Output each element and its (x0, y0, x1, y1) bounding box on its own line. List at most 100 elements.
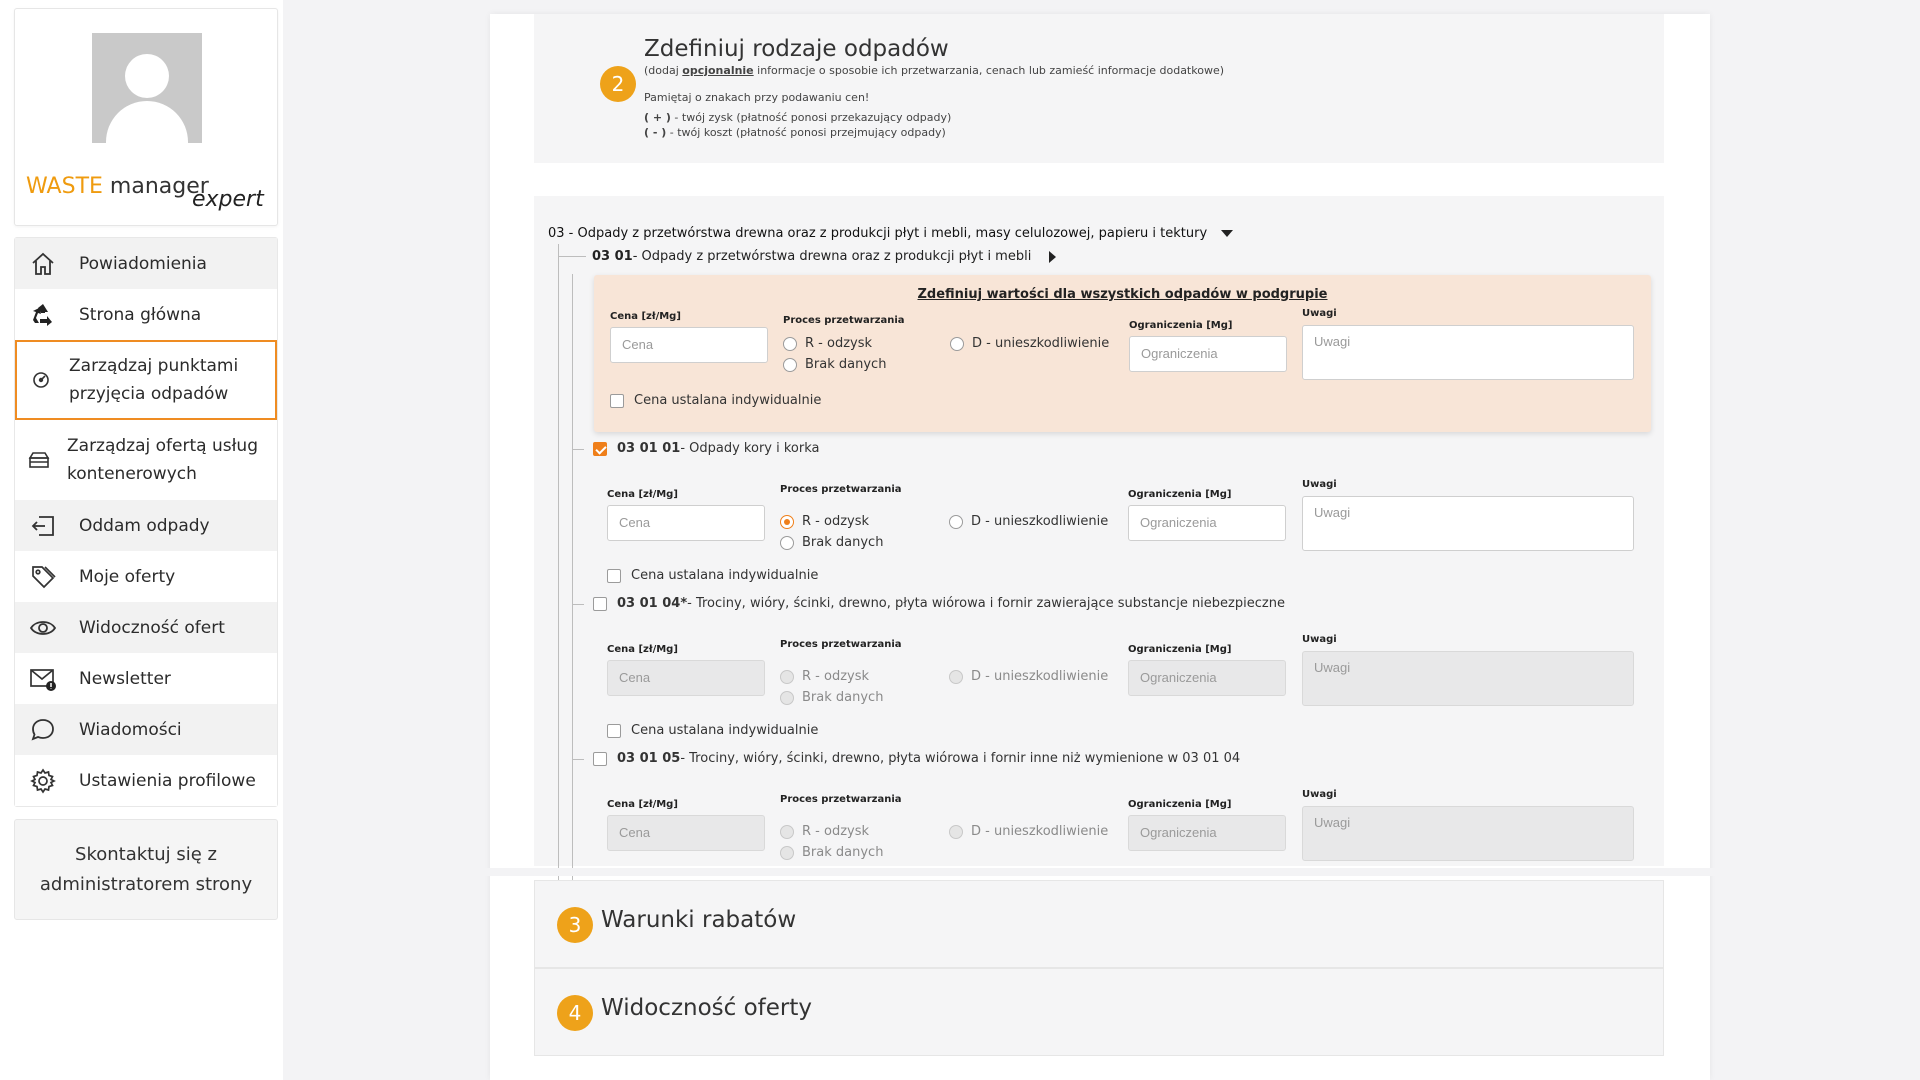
price-input[interactable]: Cena (607, 660, 765, 696)
chat-icon (29, 716, 57, 744)
sidebar: WASTE manager expert Powiadomienia Stron… (0, 0, 283, 1080)
menu-item-home[interactable]: Strona główna (15, 289, 277, 340)
individual-price-checkbox[interactable]: Cena ustalana indywidualnie (607, 568, 818, 583)
menu-item-my-offers[interactable]: Moje oferty (15, 551, 277, 602)
limits-input[interactable]: Ograniczenia (1128, 815, 1286, 851)
limits-input[interactable]: Ograniczenia (1128, 660, 1286, 696)
notes-label: Uwagi (1302, 789, 1337, 800)
container-icon (25, 446, 53, 474)
individual-price-checkbox[interactable]: Cena ustalana indywidualnie (610, 393, 821, 408)
notes-textarea[interactable]: Uwagi (1302, 651, 1634, 706)
menu-label: Ustawienia profilowe (79, 770, 256, 791)
checkbox[interactable] (593, 751, 607, 766)
radio-d-disposal[interactable]: D - unieszkodliwienie (949, 669, 1108, 684)
radio-r-recovery[interactable]: R - odzysk (780, 514, 869, 529)
eye-icon (29, 614, 57, 642)
newsletter-icon (29, 665, 57, 693)
scroll-separator (480, 868, 1720, 876)
subgroup-defaults-box: Zdefiniuj wartości dla wszystkich odpadó… (594, 275, 1651, 432)
manage-points-icon (27, 366, 55, 394)
notes-label: Uwagi (1302, 308, 1337, 319)
radio-no-data[interactable]: Brak danych (783, 357, 886, 372)
process-label: Proces przetwarzania (780, 484, 902, 495)
radio-no-data[interactable]: Brak danych (780, 845, 883, 860)
radio-r-recovery[interactable]: R - odzysk (783, 336, 872, 351)
waste-item-030104[interactable]: 03 01 04* - Trociny, wióry, ścinki, drew… (593, 596, 1285, 611)
menu-item-newsletter[interactable]: Newsletter (15, 653, 277, 704)
menu-item-containers[interactable]: Zarządzaj ofertą usług kontenerowych (15, 420, 277, 500)
menu-item-manage-points[interactable]: Zarządzaj punktami przyjęcia odpadów (15, 340, 277, 420)
section-title: Warunki rabatów (601, 907, 797, 933)
notes-textarea[interactable]: Uwagi (1302, 496, 1634, 551)
menu-label: Newsletter (79, 668, 171, 689)
price-label: Cena [zł/Mg] (607, 799, 678, 810)
menu-item-profile-settings[interactable]: Ustawienia profilowe (15, 755, 277, 806)
menu-label: Powiadomienia (79, 253, 207, 274)
avatar[interactable] (92, 33, 202, 143)
menu-item-give-away[interactable]: Oddam odpady (15, 500, 277, 551)
section-offer-visibility[interactable]: 4 Widoczność oferty (534, 968, 1664, 1056)
tags-icon (29, 563, 57, 591)
brand-waste: WASTE (26, 174, 103, 199)
notes-label: Uwagi (1302, 479, 1337, 490)
checkbox[interactable] (593, 596, 607, 611)
contact-admin-button[interactable]: Skontaktuj się z administratorem strony (14, 819, 278, 920)
recycle-icon (29, 301, 57, 329)
offer-form: 2 Zdefiniuj rodzaje odpadów (dodaj opcjo… (480, 14, 1720, 1080)
individual-price-checkbox[interactable]: Cena ustalana indywidualnie (607, 723, 818, 738)
radio-r-recovery[interactable]: R - odzysk (780, 824, 869, 839)
section-title: Zdefiniuj rodzaje odpadów (644, 36, 949, 62)
notes-textarea[interactable]: Uwagi (1302, 806, 1634, 861)
limits-label: Ograniczenia [Mg] (1128, 799, 1232, 810)
checkbox-checked[interactable] (593, 441, 607, 456)
waste-item-030105[interactable]: 03 01 05 - Trociny, wióry, ścinki, drewn… (593, 751, 1240, 766)
chevron-right-icon[interactable] (1049, 250, 1057, 263)
price-input[interactable]: Cena (607, 815, 765, 851)
radio-no-data[interactable]: Brak danych (780, 535, 883, 550)
profile-card: WASTE manager expert (14, 8, 278, 226)
gear-icon (29, 767, 57, 795)
radio-d-disposal[interactable]: D - unieszkodliwienie (950, 336, 1109, 351)
menu-label: Widoczność ofert (79, 617, 225, 638)
menu-label: Zarządzaj ofertą usług kontenerowych (67, 436, 259, 484)
price-label: Cena [zł/Mg] (607, 644, 678, 655)
price-input[interactable]: Cena (607, 505, 765, 541)
limits-label: Ograniczenia [Mg] (1128, 644, 1232, 655)
menu-label: Oddam odpady (79, 515, 210, 536)
menu-item-messages[interactable]: Wiadomości (15, 704, 277, 755)
menu-label: Moje oferty (79, 566, 176, 587)
price-label: Cena [zł/Mg] (610, 311, 681, 322)
price-input[interactable]: Cena (610, 327, 768, 363)
waste-group-03[interactable]: 03 - Odpady z przetwórstwa drewna oraz z… (548, 226, 1234, 241)
notes-label: Uwagi (1302, 634, 1337, 645)
brand-expert: expert (192, 187, 264, 212)
step-number: 4 (557, 995, 593, 1031)
menu-item-offer-visibility[interactable]: Widoczność ofert (15, 602, 277, 653)
give-away-icon (29, 512, 57, 540)
section-subtitle: (dodaj opcjonalnie informacje o sposobie… (644, 64, 1225, 77)
radio-d-disposal[interactable]: D - unieszkodliwienie (949, 824, 1108, 839)
waste-subgroup-0301[interactable]: 03 01- Odpady z przetwórstwa drewna oraz… (592, 249, 1057, 264)
brand-logo[interactable]: WASTE manager expert (26, 174, 264, 212)
radio-r-recovery[interactable]: R - odzysk (780, 669, 869, 684)
step-number: 2 (600, 66, 636, 102)
section-discounts[interactable]: 3 Warunki rabatów (534, 880, 1664, 968)
radio-d-disposal[interactable]: D - unieszkodliwienie (949, 514, 1108, 529)
process-label: Proces przetwarzania (783, 315, 905, 326)
notes-textarea[interactable]: Uwagi (1302, 325, 1634, 380)
waste-item-030101[interactable]: 03 01 01 - Odpady kory i korka (593, 441, 820, 456)
contact-line-2: administratorem strony (39, 874, 253, 895)
main-menu: Powiadomienia Strona główna Zarządzaj pu… (14, 237, 278, 807)
limits-input[interactable]: Ograniczenia (1128, 505, 1286, 541)
limits-input[interactable]: Ograniczenia (1129, 336, 1287, 372)
menu-label: Zarządzaj punktami przyjęcia odpadów (69, 356, 239, 404)
radio-no-data[interactable]: Brak danych (780, 690, 883, 705)
step-number: 3 (557, 907, 593, 943)
price-sign-note: Pamiętaj o znakach przy podawaniu cen! (… (644, 91, 952, 139)
chevron-down-icon[interactable] (1221, 230, 1234, 237)
defaults-title: Zdefiniuj wartości dla wszystkich odpadó… (917, 287, 1328, 302)
limits-label: Ograniczenia [Mg] (1128, 489, 1232, 500)
menu-item-notifications[interactable]: Powiadomienia (15, 238, 277, 289)
process-label: Proces przetwarzania (780, 639, 902, 650)
section-title: Widoczność oferty (601, 995, 813, 1021)
